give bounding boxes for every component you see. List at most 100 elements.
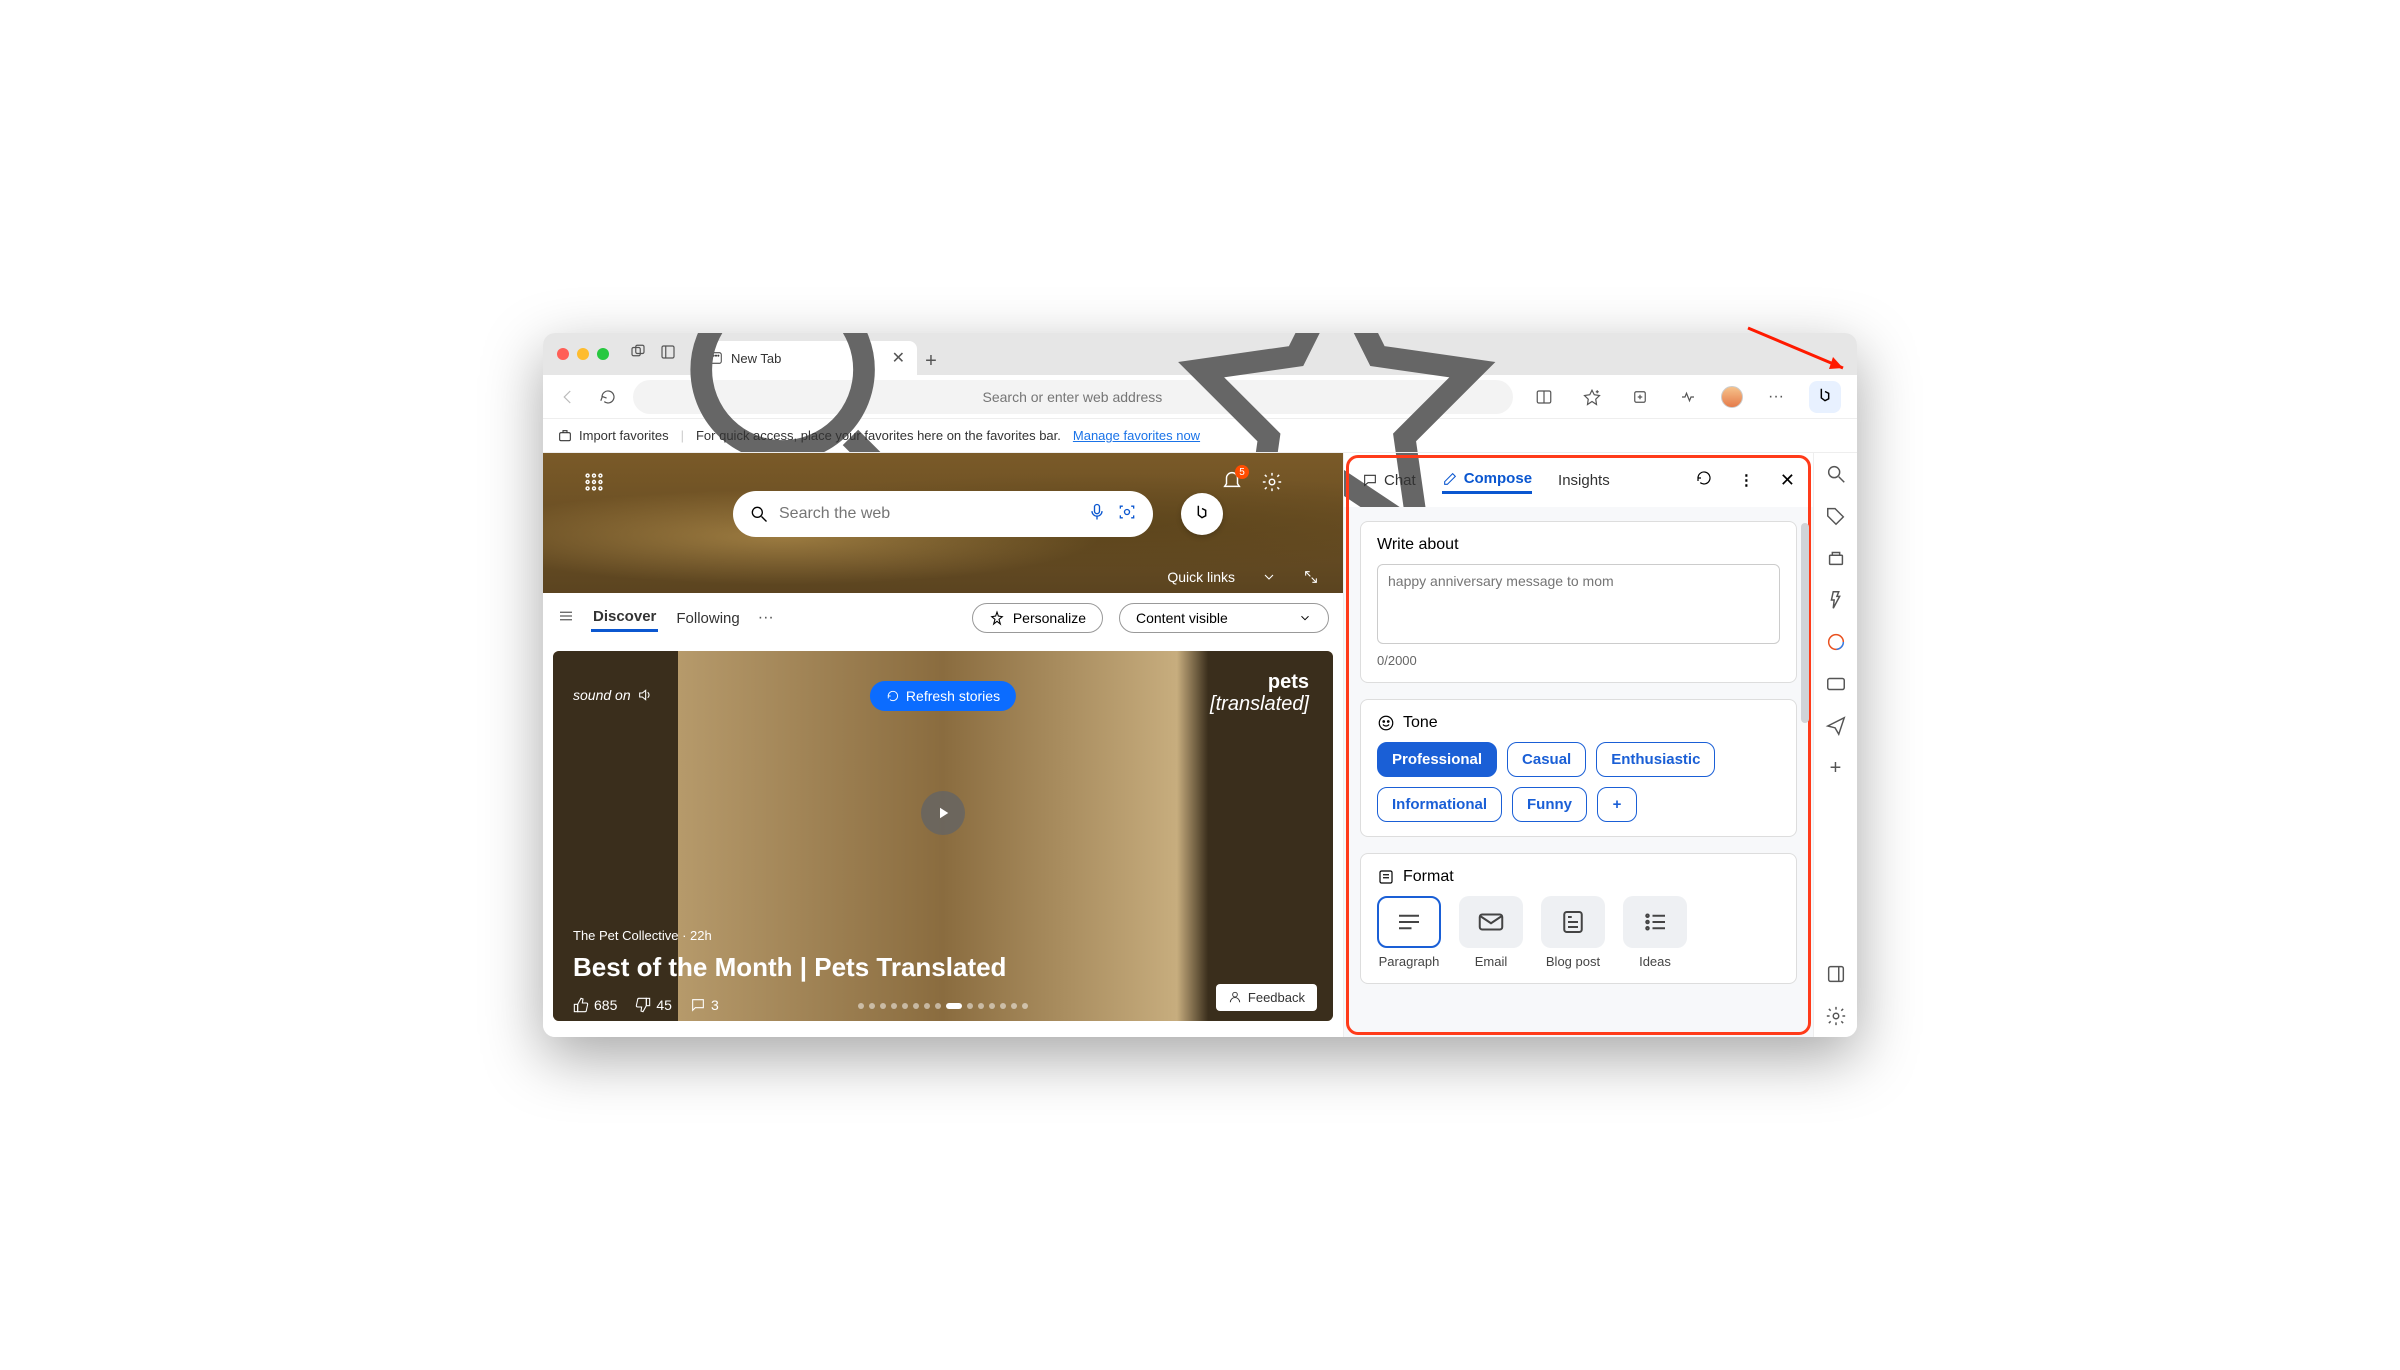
search-icon xyxy=(749,504,769,524)
notifications-button[interactable]: 5 xyxy=(1221,469,1243,496)
char-counter: 0/2000 xyxy=(1377,653,1780,668)
panel-tab-insights[interactable]: Insights xyxy=(1558,468,1610,493)
minimize-window-button[interactable] xyxy=(577,348,589,360)
rail-games-icon[interactable] xyxy=(1825,589,1847,611)
collections-icon[interactable] xyxy=(1625,382,1655,412)
story-brand: pets [translated] xyxy=(1210,671,1309,715)
ideas-icon xyxy=(1640,907,1670,937)
tone-chip-professional[interactable]: Professional xyxy=(1377,742,1497,777)
health-icon[interactable] xyxy=(1673,382,1703,412)
panel-tab-chat[interactable]: Chat xyxy=(1362,468,1416,493)
tone-heading: Tone xyxy=(1403,714,1438,732)
import-favorites-label: Import favorites xyxy=(579,428,669,443)
story-title: Best of the Month | Pets Translated xyxy=(573,952,1006,983)
back-button[interactable] xyxy=(553,382,583,412)
tone-chip-casual[interactable]: Casual xyxy=(1507,742,1586,777)
import-icon xyxy=(557,428,573,444)
ntp-settings-icon[interactable] xyxy=(1261,471,1283,498)
write-about-input[interactable] xyxy=(1377,564,1780,644)
ntp-search-input[interactable] xyxy=(779,505,1077,523)
toolbar: ··· xyxy=(543,375,1857,419)
favorites-bar: Import favorites | For quick access, pla… xyxy=(543,419,1857,453)
format-card: Format Paragraph Email xyxy=(1360,853,1797,984)
maximize-window-button[interactable] xyxy=(597,348,609,360)
write-about-card: Write about 0/2000 xyxy=(1360,521,1797,683)
format-email[interactable]: Email xyxy=(1459,896,1523,969)
format-heading: Format xyxy=(1403,868,1454,886)
profile-avatar[interactable] xyxy=(1721,386,1743,408)
sidebar-rail: + xyxy=(1813,453,1857,1037)
panel-tab-compose[interactable]: Compose xyxy=(1442,466,1532,494)
like-icon xyxy=(573,997,589,1013)
feed-more-icon[interactable]: ··· xyxy=(758,609,774,627)
story-card[interactable]: sound on Refresh stories pets [translate… xyxy=(553,651,1333,1021)
comment-button[interactable]: 3 xyxy=(690,997,719,1013)
rail-settings-icon[interactable] xyxy=(1825,1005,1847,1027)
reload-button[interactable] xyxy=(593,382,623,412)
tone-chips: Professional Casual Enthusiastic Informa… xyxy=(1377,742,1780,822)
rail-panel-icon[interactable] xyxy=(1825,963,1847,985)
quick-links-label[interactable]: Quick links xyxy=(1167,569,1235,585)
dislike-icon xyxy=(635,997,651,1013)
copilot-button[interactable] xyxy=(1809,381,1841,413)
favorites-hint: For quick access, place your favorites h… xyxy=(696,428,1061,443)
refresh-stories-button[interactable]: Refresh stories xyxy=(870,681,1016,711)
app-launcher-icon[interactable] xyxy=(583,471,605,498)
format-blog-post[interactable]: Blog post xyxy=(1541,896,1605,969)
write-about-heading: Write about xyxy=(1377,536,1780,554)
rail-outlook-icon[interactable] xyxy=(1825,673,1847,695)
format-ideas[interactable]: Ideas xyxy=(1623,896,1687,969)
chevron-down-icon xyxy=(1298,611,1312,625)
panel-close-icon[interactable]: ✕ xyxy=(1780,470,1795,491)
tone-chip-funny[interactable]: Funny xyxy=(1512,787,1587,822)
feedback-button[interactable]: Feedback xyxy=(1216,984,1317,1011)
person-icon xyxy=(1228,990,1242,1004)
like-button[interactable]: 685 xyxy=(573,997,617,1013)
personalize-button[interactable]: Personalize xyxy=(972,603,1103,633)
rail-add-icon[interactable]: + xyxy=(1825,757,1847,779)
blog-icon xyxy=(1558,907,1588,937)
page-content: 5 Quick links Discover Following ··· xyxy=(543,453,1343,1037)
split-screen-icon[interactable] xyxy=(1529,382,1559,412)
chevron-down-icon[interactable] xyxy=(1261,569,1277,585)
format-paragraph[interactable]: Paragraph xyxy=(1377,896,1441,969)
import-favorites-button[interactable]: Import favorites xyxy=(557,428,669,444)
sound-toggle[interactable]: sound on xyxy=(573,687,653,703)
rail-shopping-icon[interactable] xyxy=(1825,505,1847,527)
story-pagination[interactable] xyxy=(858,1003,1028,1009)
tab-actions-icon[interactable] xyxy=(629,343,647,366)
manage-favorites-link[interactable]: Manage favorites now xyxy=(1073,428,1200,443)
tone-chip-enthusiastic[interactable]: Enthusiastic xyxy=(1596,742,1715,777)
copilot-panel: Chat Compose Insights ⋮ ✕ xyxy=(1343,453,1813,1037)
favorites-icon[interactable] xyxy=(1577,382,1607,412)
bing-chat-bubble[interactable] xyxy=(1181,493,1223,535)
feed-tab-following[interactable]: Following xyxy=(674,606,741,631)
panel-tabs: Chat Compose Insights ⋮ ✕ xyxy=(1344,453,1813,507)
mic-icon[interactable] xyxy=(1087,502,1107,527)
expand-icon[interactable] xyxy=(1303,569,1319,585)
lens-icon[interactable] xyxy=(1117,502,1137,527)
rail-send-icon[interactable] xyxy=(1825,715,1847,737)
chat-icon xyxy=(1362,472,1378,488)
rail-m365-icon[interactable] xyxy=(1825,631,1847,653)
content-visible-dropdown[interactable]: Content visible xyxy=(1119,603,1329,633)
dislike-button[interactable]: 45 xyxy=(635,997,672,1013)
scrollbar[interactable] xyxy=(1801,523,1809,723)
feed-menu-icon[interactable] xyxy=(557,607,575,630)
panel-refresh-icon[interactable] xyxy=(1695,469,1713,491)
close-window-button[interactable] xyxy=(557,348,569,360)
menu-icon[interactable]: ··· xyxy=(1761,382,1791,412)
play-button[interactable] xyxy=(921,791,965,835)
rail-tools-icon[interactable] xyxy=(1825,547,1847,569)
feed-tab-discover[interactable]: Discover xyxy=(591,604,658,632)
rail-search-icon[interactable] xyxy=(1825,463,1847,485)
tone-chip-add[interactable]: + xyxy=(1597,787,1637,822)
address-bar[interactable] xyxy=(633,380,1513,414)
comment-icon xyxy=(690,997,706,1013)
panel-more-icon[interactable]: ⋮ xyxy=(1739,471,1754,489)
ntp-search-box[interactable] xyxy=(733,491,1153,537)
tone-chip-informational[interactable]: Informational xyxy=(1377,787,1502,822)
traffic-lights xyxy=(557,348,609,360)
address-input[interactable] xyxy=(983,389,1164,405)
refresh-icon xyxy=(886,689,900,703)
